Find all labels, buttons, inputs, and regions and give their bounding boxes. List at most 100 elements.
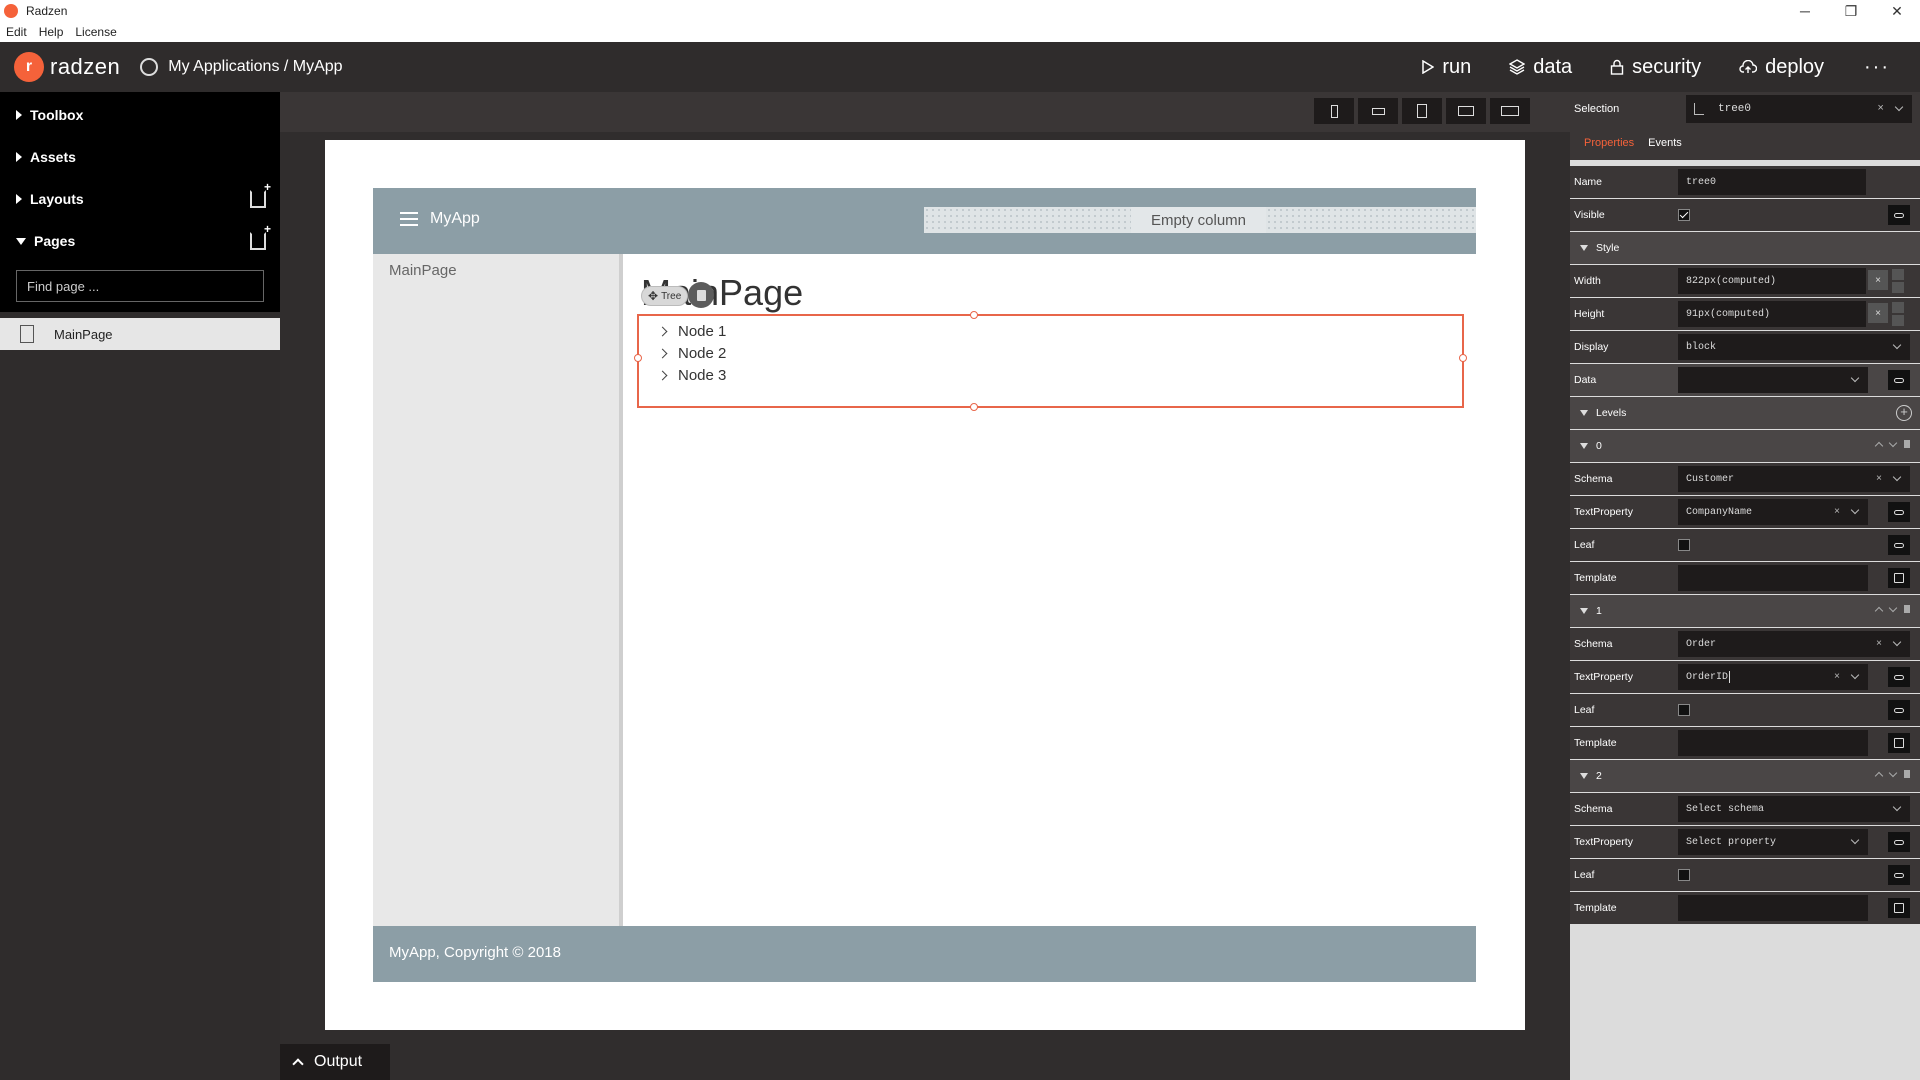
template-input[interactable]: [1678, 895, 1868, 921]
tablet-landscape-button[interactable]: [1446, 98, 1486, 124]
leaf-checkbox[interactable]: [1678, 704, 1690, 716]
find-page-input[interactable]: [16, 270, 264, 302]
deploy-button[interactable]: deploy: [1739, 56, 1824, 79]
more-menu-icon[interactable]: ···: [1864, 56, 1890, 79]
data-button[interactable]: data: [1509, 56, 1572, 79]
add-layout-icon[interactable]: [250, 180, 271, 208]
resize-handle-bottom[interactable]: [970, 403, 978, 411]
tree-node[interactable]: Node 3: [657, 364, 726, 386]
component-type-chip[interactable]: ✥ Tree: [641, 286, 689, 306]
textproperty-bind-button[interactable]: [1888, 832, 1910, 852]
data-bind-button[interactable]: [1888, 370, 1910, 390]
chevron-down-icon[interactable]: [1894, 102, 1904, 112]
levels-section[interactable]: Levels +: [1570, 397, 1920, 429]
radzen-logo[interactable]: r radzen: [14, 52, 120, 82]
template-edit-button[interactable]: [1888, 898, 1910, 918]
schema-select[interactable]: Select schema: [1678, 796, 1910, 822]
leaf-bind-button[interactable]: [1888, 700, 1910, 720]
level-0-header[interactable]: 0: [1570, 430, 1920, 462]
move-down-icon[interactable]: [1888, 768, 1898, 778]
chevron-right-icon[interactable]: [657, 370, 668, 380]
clear-icon[interactable]: ×: [1877, 103, 1884, 115]
width-clear-button[interactable]: ×: [1868, 270, 1888, 290]
template-input[interactable]: [1678, 730, 1868, 756]
close-button[interactable]: ✕: [1874, 0, 1920, 22]
page-item-mainpage[interactable]: MainPage: [0, 318, 280, 350]
visible-bind-button[interactable]: [1888, 205, 1910, 225]
template-edit-button[interactable]: [1888, 733, 1910, 753]
textproperty-select[interactable]: OrderID ×: [1678, 664, 1868, 690]
height-clear-button[interactable]: ×: [1868, 303, 1888, 323]
move-up-icon[interactable]: [1874, 606, 1884, 616]
minimize-button[interactable]: ─: [1782, 0, 1828, 22]
empty-column-dropzone[interactable]: Empty column: [924, 207, 1476, 233]
menu-help[interactable]: Help: [39, 25, 64, 39]
move-up-icon[interactable]: [1874, 441, 1884, 451]
data-select[interactable]: [1678, 367, 1868, 393]
leaf-checkbox[interactable]: [1678, 539, 1690, 551]
selection-dropdown[interactable]: tree0 ×: [1686, 95, 1912, 123]
restore-button[interactable]: ❐: [1828, 0, 1874, 22]
level-2-header[interactable]: 2: [1570, 760, 1920, 792]
clear-icon[interactable]: ×: [1834, 672, 1840, 683]
add-page-icon[interactable]: [250, 222, 271, 250]
tree-node[interactable]: Node 1: [657, 320, 726, 342]
tree-node[interactable]: Node 2: [657, 342, 726, 364]
app-preview-content[interactable]: MainPage ✥ Tree Node 1 Node 2 Node 3: [627, 254, 1476, 926]
sidebar-item-toolbox[interactable]: Toolbox: [0, 94, 280, 136]
resize-handle-top[interactable]: [970, 311, 978, 319]
phone-portrait-button[interactable]: [1314, 98, 1354, 124]
chevron-right-icon[interactable]: [657, 348, 668, 358]
level-1-header[interactable]: 1: [1570, 595, 1920, 627]
visible-checkbox[interactable]: [1678, 209, 1690, 221]
style-section[interactable]: Style: [1570, 232, 1920, 264]
name-input[interactable]: tree0: [1678, 169, 1866, 195]
menu-edit[interactable]: Edit: [6, 25, 27, 39]
app-preview-sidebar-link[interactable]: MainPage: [389, 262, 457, 279]
app-preview-header[interactable]: MyApp Empty column: [373, 188, 1476, 254]
desktop-button[interactable]: [1490, 98, 1530, 124]
clear-icon[interactable]: ×: [1876, 639, 1882, 650]
sidebar-item-layouts[interactable]: Layouts: [0, 178, 280, 220]
height-stepper[interactable]: [1892, 302, 1904, 326]
sidebar-item-assets[interactable]: Assets: [0, 136, 280, 178]
resize-handle-left[interactable]: [634, 354, 642, 362]
delete-component-button[interactable]: [688, 282, 714, 308]
tablet-portrait-button[interactable]: [1402, 98, 1442, 124]
textproperty-select[interactable]: CompanyName ×: [1678, 499, 1868, 525]
leaf-bind-button[interactable]: [1888, 535, 1910, 555]
move-down-icon[interactable]: [1888, 603, 1898, 613]
resize-handle-right[interactable]: [1459, 354, 1467, 362]
tab-properties[interactable]: Properties: [1584, 137, 1634, 149]
leaf-bind-button[interactable]: [1888, 865, 1910, 885]
delete-icon[interactable]: [1904, 605, 1910, 613]
add-level-icon[interactable]: +: [1896, 405, 1912, 421]
display-select[interactable]: block: [1678, 334, 1910, 360]
security-button[interactable]: security: [1610, 56, 1701, 79]
textproperty-select[interactable]: Select property: [1678, 829, 1868, 855]
leaf-checkbox[interactable]: [1678, 869, 1690, 881]
delete-icon[interactable]: [1904, 440, 1910, 448]
hamburger-icon[interactable]: [400, 212, 418, 230]
breadcrumb[interactable]: My Applications / MyApp: [140, 58, 343, 76]
move-up-icon[interactable]: [1874, 771, 1884, 781]
tab-events[interactable]: Events: [1648, 137, 1682, 149]
chevron-right-icon[interactable]: [657, 326, 668, 336]
width-input[interactable]: 822px(computed): [1678, 268, 1866, 294]
template-input[interactable]: [1678, 565, 1868, 591]
output-panel-tab[interactable]: Output: [280, 1044, 390, 1080]
schema-select[interactable]: Customer ×: [1678, 466, 1910, 492]
template-edit-button[interactable]: [1888, 568, 1910, 588]
menu-license[interactable]: License: [75, 25, 116, 39]
app-preview-footer[interactable]: MyApp, Copyright © 2018: [373, 926, 1476, 982]
move-down-icon[interactable]: [1888, 438, 1898, 448]
height-input[interactable]: 91px(computed): [1678, 301, 1866, 327]
textproperty-bind-button[interactable]: [1888, 502, 1910, 522]
tree-component[interactable]: Node 1 Node 2 Node 3: [634, 311, 1467, 411]
delete-icon[interactable]: [1904, 770, 1910, 778]
textproperty-bind-button[interactable]: [1888, 667, 1910, 687]
width-stepper[interactable]: [1892, 269, 1904, 293]
schema-select[interactable]: Order ×: [1678, 631, 1910, 657]
sidebar-item-pages[interactable]: Pages: [0, 220, 280, 262]
phone-landscape-button[interactable]: [1358, 98, 1398, 124]
